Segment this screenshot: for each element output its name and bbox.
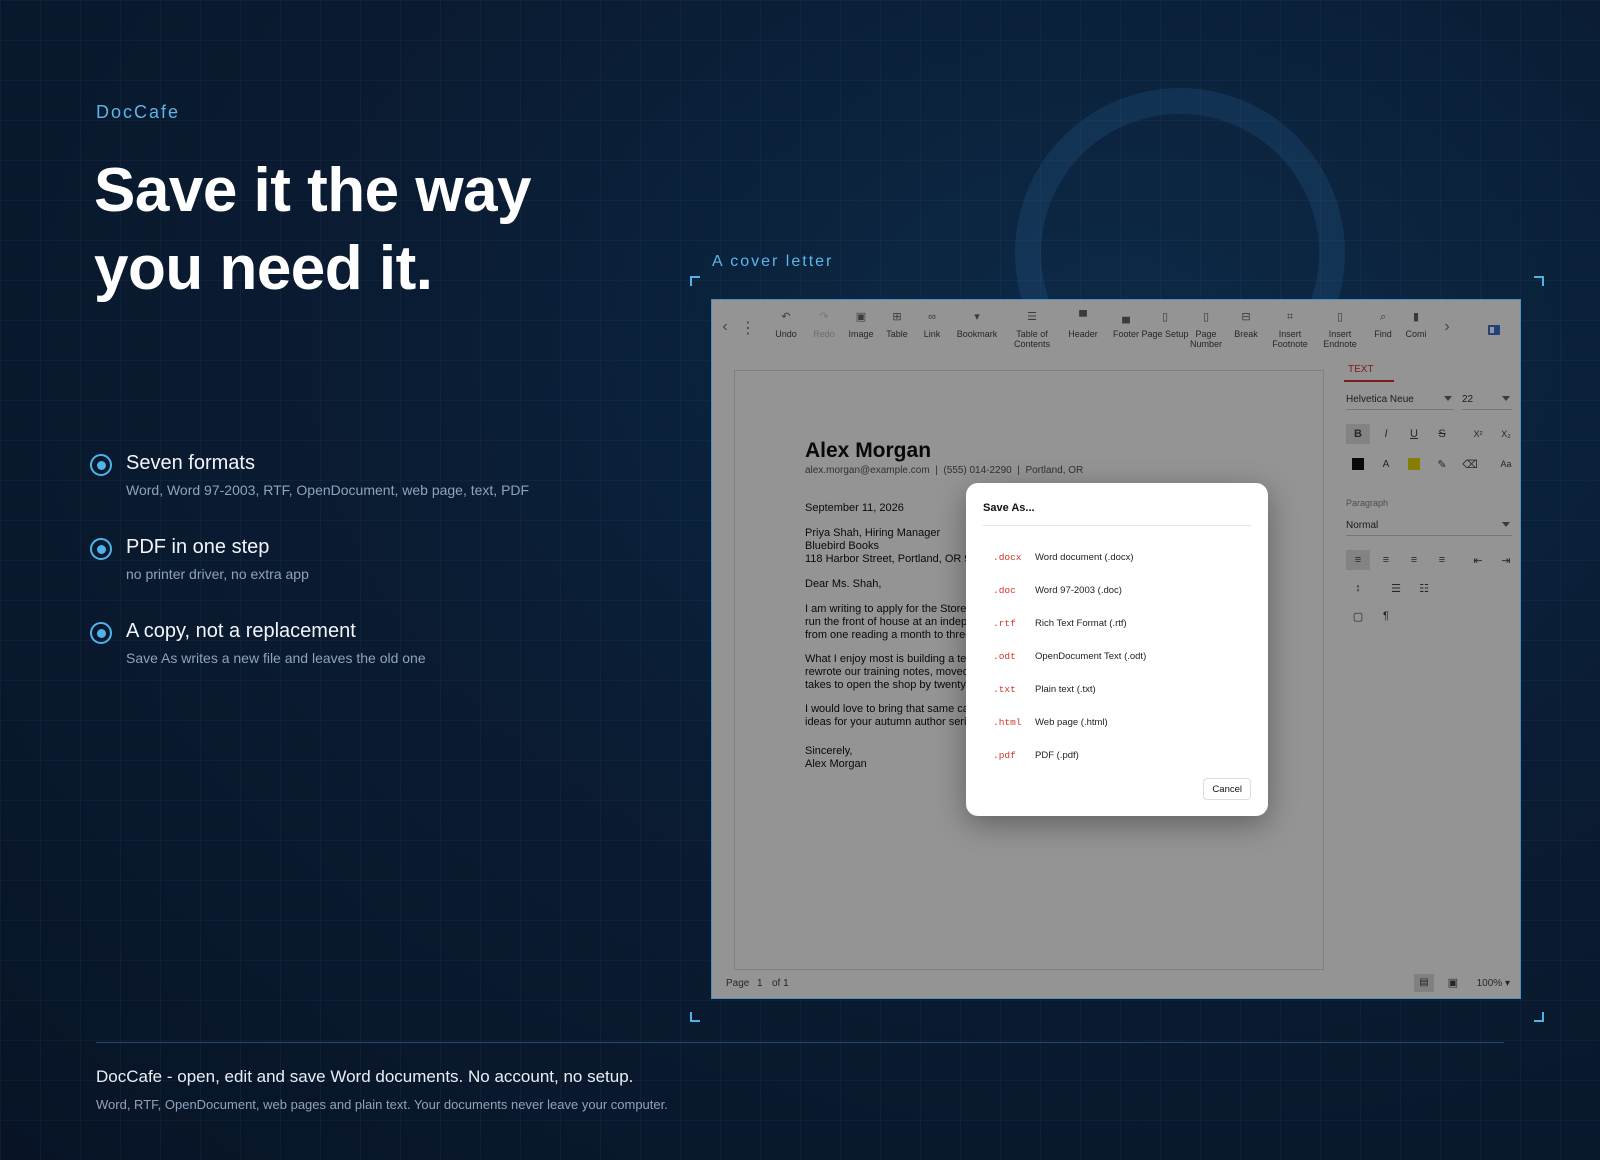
format-name: Word 97-2003 (.doc) (1035, 585, 1122, 596)
format-option-odt[interactable]: .odt OpenDocument Text (.odt) (983, 640, 1251, 673)
footer-title: DocCafe - open, edit and save Word docum… (96, 1067, 634, 1086)
divider (983, 525, 1251, 526)
format-option-pdf[interactable]: .pdf PDF (.pdf) (983, 739, 1251, 772)
format-name: OpenDocument Text (.odt) (1035, 651, 1147, 662)
frame-corner (690, 1012, 700, 1022)
screenshot-caption: A cover letter (712, 253, 834, 270)
cancel-button[interactable]: Cancel (1203, 778, 1251, 800)
frame-corner (690, 276, 700, 286)
format-ext: .doc (993, 585, 1016, 596)
feature-title: Seven formats (126, 452, 255, 474)
format-ext: .rtf (993, 618, 1016, 629)
frame-corner (1534, 1012, 1544, 1022)
format-ext: .html (993, 717, 1022, 728)
feature-item: PDF in one step no printer driver, no ex… (90, 534, 650, 618)
format-name: Web page (.html) (1035, 717, 1108, 728)
feature-item: A copy, not a replacement Save As writes… (90, 618, 650, 702)
feature-desc: no printer driver, no extra app (126, 566, 309, 582)
format-option-docx[interactable]: .docx Word document (.docx) (983, 541, 1251, 574)
format-name: PDF (.pdf) (1035, 750, 1079, 761)
format-ext: .docx (993, 552, 1022, 563)
format-option-rtf[interactable]: .rtf Rich Text Format (.rtf) (983, 607, 1251, 640)
format-option-txt[interactable]: .txt Plain text (.txt) (983, 673, 1251, 706)
feature-desc: Save As writes a new file and leaves the… (126, 650, 426, 666)
format-name: Word document (.docx) (1035, 552, 1134, 563)
format-ext: .odt (993, 651, 1016, 662)
feature-title: PDF in one step (126, 536, 270, 558)
format-option-html[interactable]: .html Web page (.html) (983, 706, 1251, 739)
headline: Save it the way you need it. (94, 156, 532, 303)
format-ext: .pdf (993, 750, 1016, 761)
frame-corner (1534, 276, 1544, 286)
feature-title: A copy, not a replacement (126, 620, 356, 642)
bullet-icon (90, 622, 112, 644)
feature-list: Seven formats Word, Word 97-2003, RTF, O… (90, 450, 650, 702)
bullet-icon (90, 454, 112, 476)
format-name: Plain text (.txt) (1035, 684, 1096, 695)
brand-name: DocCafe (96, 102, 181, 122)
format-list: .docx Word document (.docx) .doc Word 97… (983, 541, 1251, 772)
dialog-title: Save As... (983, 502, 1035, 514)
format-name: Rich Text Format (.rtf) (1035, 618, 1127, 629)
save-as-dialog: Save As... .docx Word document (.docx) .… (966, 483, 1268, 816)
bullet-icon (90, 538, 112, 560)
format-ext: .txt (993, 684, 1016, 695)
feature-item: Seven formats Word, Word 97-2003, RTF, O… (90, 450, 650, 534)
editor-window: ‹ ⋮ ↶ Undo ↷ Redo ▣ Image ⊞ Table ∞ Link ▾ Bookmark… (711, 299, 1521, 999)
footer-divider (96, 1042, 1504, 1043)
footer-subtitle: Word, RTF, OpenDocument, web pages and p… (96, 1097, 668, 1112)
feature-desc: Word, Word 97-2003, RTF, OpenDocument, w… (126, 482, 530, 498)
format-option-doc[interactable]: .doc Word 97-2003 (.doc) (983, 574, 1251, 607)
